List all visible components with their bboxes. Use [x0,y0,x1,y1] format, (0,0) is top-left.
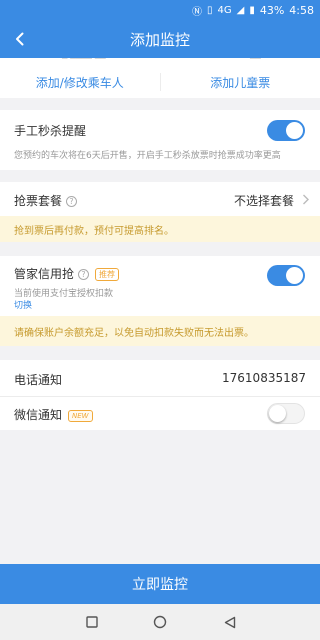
start-monitor-button[interactable]: 立即监控 [0,564,320,604]
recents-button[interactable] [84,614,100,630]
manual-reminder-description: 您预约的车次将在6天后开售，开启手工秒杀放票时抢票成功率更高 [14,151,281,161]
home-button[interactable] [152,614,168,630]
credit-grab-section: 管家信用抢? 推荐 当前使用支付宝授权扣款 切换 [0,256,320,316]
passenger-actions: 添加/修改乘车人 添加儿童票 [0,66,320,98]
credit-grab-title: 管家信用抢 [14,267,75,281]
wechat-notify-row: 微信通知 NEW [0,397,320,430]
circle-icon [153,615,167,629]
package-value: 不选择套餐 [233,194,294,208]
toggle-knob [286,267,303,284]
manual-reminder-title: 手工秒杀提醒 [14,124,87,138]
package-row[interactable]: 抢票套餐? 不选择套餐 [0,182,320,216]
toggle-knob [269,405,286,422]
chevron-left-icon [16,32,24,46]
status-bar: Ⓝ ▯ 4G ◢ ▮ 43% 4:58 [0,0,320,20]
nfc-icon: Ⓝ [191,6,202,18]
phone-notify-row[interactable]: 电话通知 17610835187 [0,360,320,396]
square-icon [86,616,98,628]
page-title: 添加监控 [129,30,190,49]
credit-grab-toggle[interactable] [267,265,305,286]
battery-percent: 43% [259,3,285,17]
credit-grab-notice: 请确保账户余额充足，以免自动扣款失败而无法出票。 [0,316,320,346]
back-nav-button[interactable] [222,614,238,630]
triangle-back-icon [224,616,236,628]
chevron-right-icon [303,194,309,205]
manual-reminder-toggle[interactable] [267,120,305,141]
wechat-notify-label: 微信通知 [14,408,63,422]
app-header: 添加监控 [0,20,320,58]
network-label: 4G [217,4,232,16]
vibrate-icon: ▯ [206,4,213,16]
battery-icon: ▮ [249,4,255,16]
new-badge: NEW [68,410,93,422]
help-icon[interactable]: ? [78,269,90,280]
package-notice: 抢到票后再付款，预付可提高排名。 [0,216,320,242]
signal-icon: ◢ [236,4,245,16]
system-navigation-bar [0,604,320,640]
phone-number: 17610835187 [222,371,306,385]
help-icon[interactable]: ? [66,196,78,207]
package-label: 抢票套餐 [14,194,63,208]
recommend-badge: 推荐 [95,268,120,281]
add-edit-passenger-button[interactable]: 添加/修改乘车人 [0,66,160,98]
manual-reminder-section: 手工秒杀提醒 您预约的车次将在6天后开售，开启手工秒杀放票时抢票成功率更高 [0,110,320,170]
switch-payment-link[interactable]: 切换 [14,298,32,311]
wechat-notify-toggle[interactable] [267,403,305,424]
clock: 4:58 [289,3,314,17]
add-child-ticket-button[interactable]: 添加儿童票 [161,66,320,98]
scrolled-content-edge: ━ ━━━━ ━━ ━━ [0,58,320,66]
phone-notify-label: 电话通知 [14,373,63,387]
toggle-knob [286,122,303,139]
back-button[interactable] [8,27,32,51]
